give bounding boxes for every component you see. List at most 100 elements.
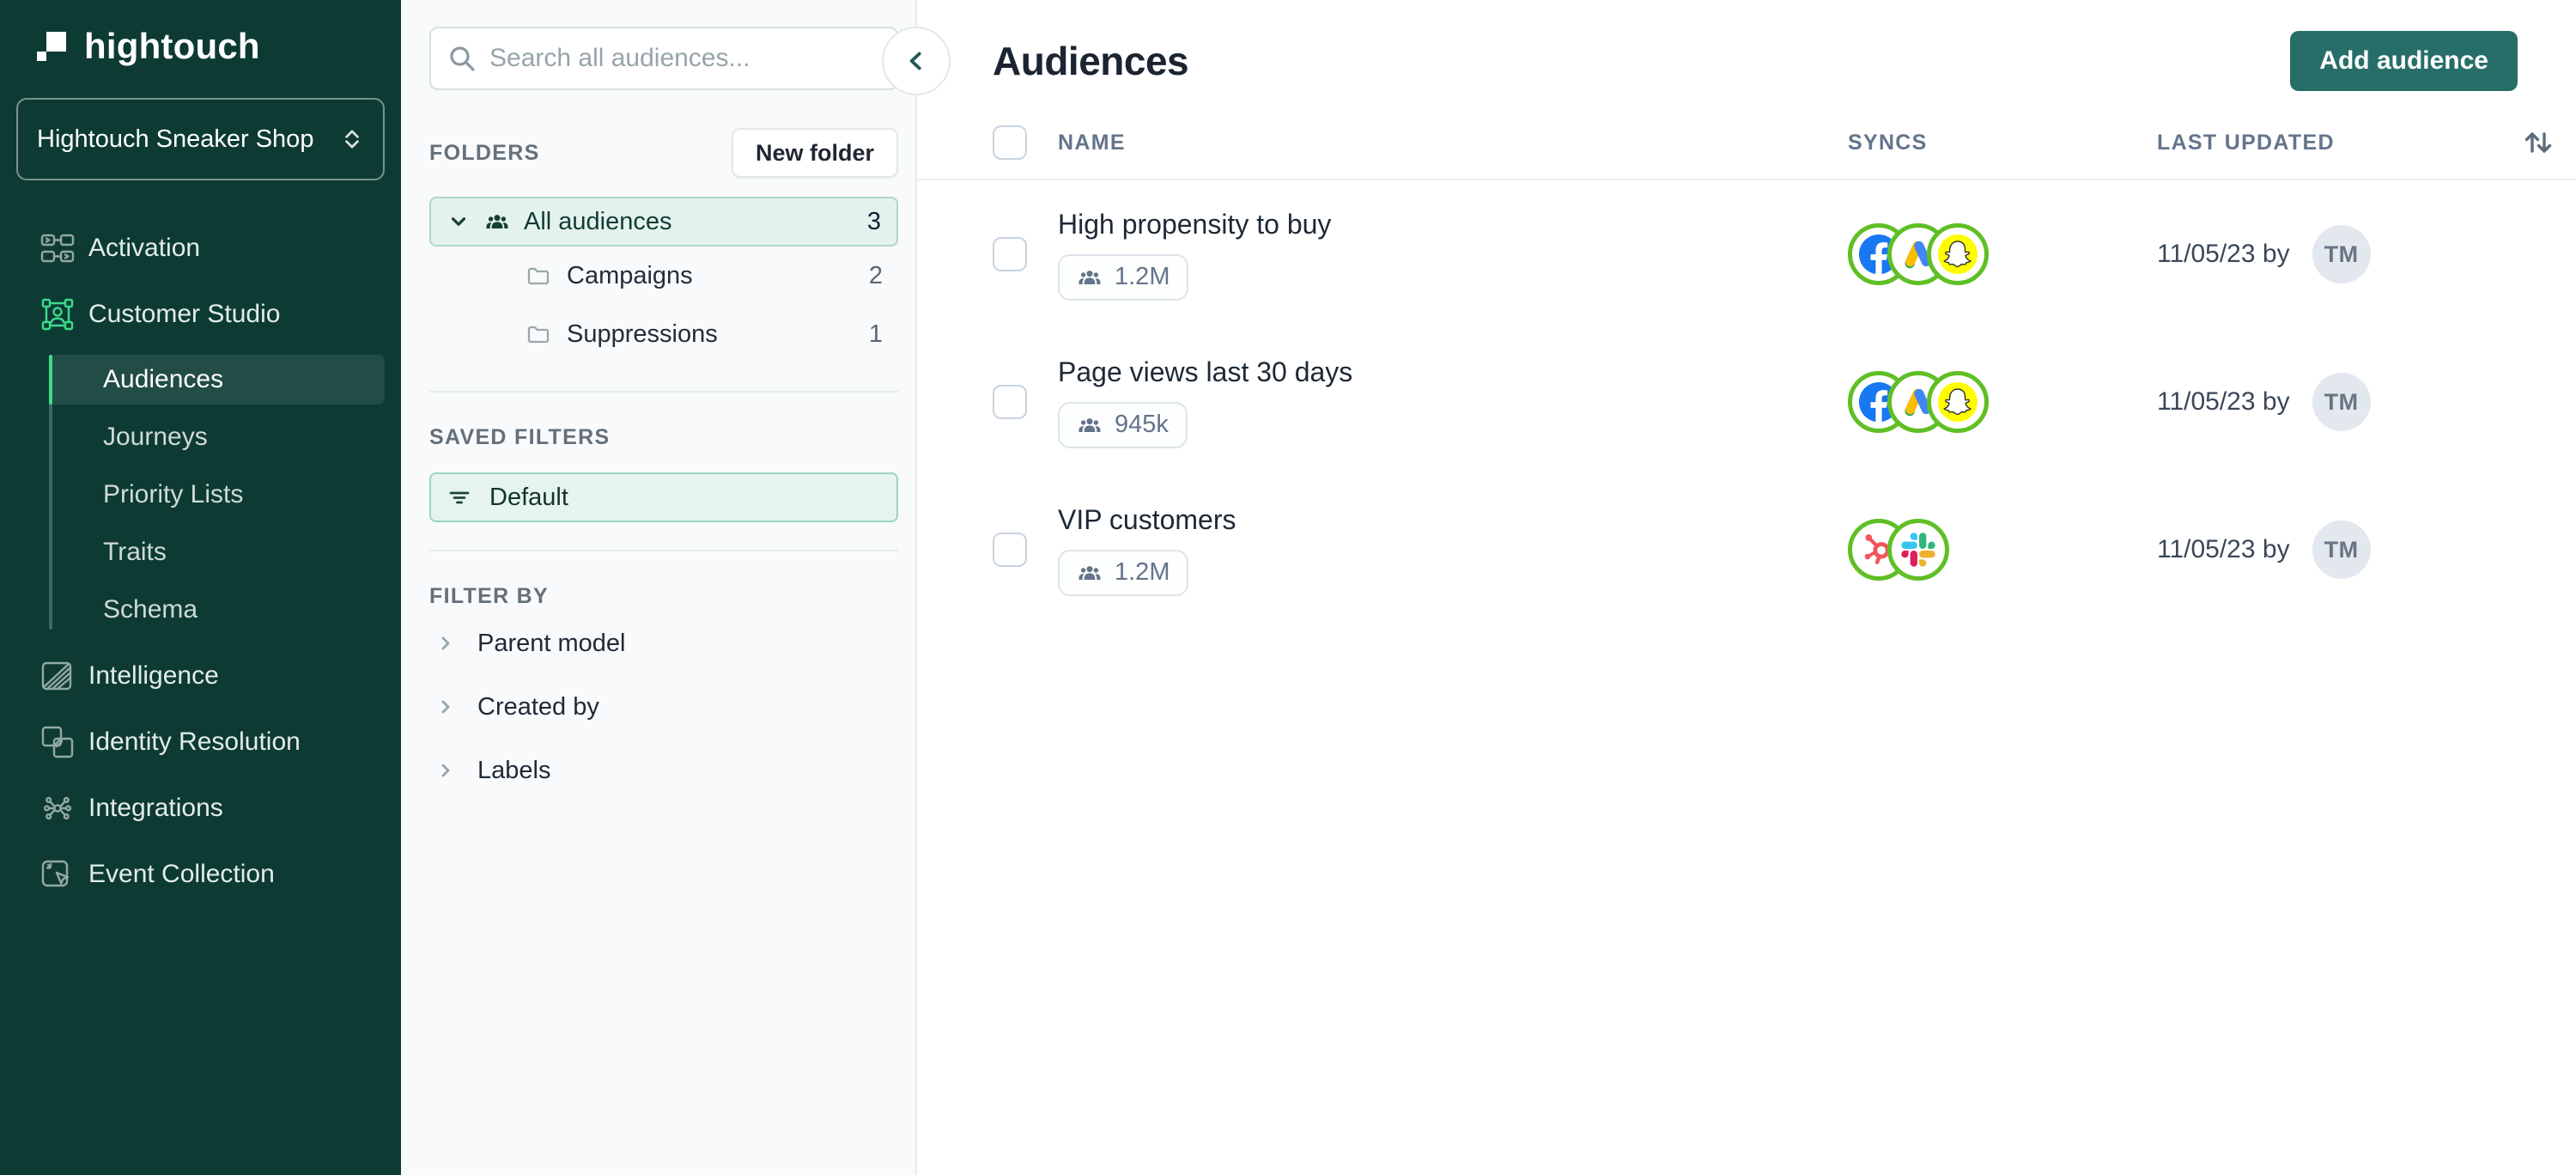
intelligence-icon — [41, 661, 72, 690]
saved-filters-label: SAVED FILTERS — [429, 425, 611, 449]
new-folder-button[interactable]: New folder — [731, 128, 898, 178]
avatar[interactable]: TM — [2312, 225, 2371, 283]
search-input[interactable] — [429, 27, 898, 90]
sidebar-item-traits[interactable]: Traits — [49, 527, 385, 577]
customer-studio-subnav: Audiences Journeys Priority Lists Traits… — [49, 355, 385, 635]
filter-group-label: Labels — [477, 756, 551, 784]
audience-name: VIP customers — [1058, 503, 1236, 535]
sidebar-item-label: Integrations — [88, 793, 223, 822]
folder-name: Suppressions — [567, 320, 718, 348]
slack-sync-icon[interactable] — [1887, 519, 1949, 581]
hightouch-app: hightouch Hightouch Sneaker Shop Activat… — [0, 0, 2576, 1175]
sort-icon — [2524, 132, 2552, 153]
sidebar-item-integrations[interactable]: Integrations — [0, 775, 401, 841]
folder-icon — [527, 267, 550, 285]
folders-header: FOLDERS New folder — [429, 128, 898, 178]
sidebar: hightouch Hightouch Sneaker Shop Activat… — [0, 0, 401, 1175]
divider — [429, 550, 898, 551]
folder-all-audiences[interactable]: All audiences 3 — [429, 197, 898, 247]
last-updated-cell: 11/05/23 by TM — [2157, 225, 2518, 283]
column-header-name: NAME — [1058, 130, 1126, 155]
sidebar-item-label: Activation — [88, 233, 201, 262]
folder-icon — [527, 326, 550, 344]
workspace-name: Hightouch Sneaker Shop — [37, 125, 314, 153]
saved-filter-name: Default — [489, 483, 568, 511]
folders-label: FOLDERS — [429, 140, 540, 165]
add-audience-button[interactable]: Add audience — [2290, 31, 2518, 91]
folder-name: Campaigns — [567, 261, 693, 289]
people-icon — [1078, 270, 1101, 284]
sidebar-item-label: Schema — [103, 595, 198, 624]
activation-icon — [40, 234, 75, 262]
avatar[interactable]: TM — [2312, 373, 2371, 431]
folder-campaigns[interactable]: Campaigns 2 — [429, 247, 898, 305]
saved-filter-default[interactable]: Default — [429, 472, 898, 522]
folder-suppressions[interactable]: Suppressions 1 — [429, 305, 898, 363]
hightouch-logo-icon — [37, 32, 66, 61]
row-checkbox[interactable] — [993, 237, 1027, 271]
sidebar-item-customer-studio[interactable]: Customer Studio — [0, 281, 401, 347]
snapchat-sync-icon[interactable] — [1927, 223, 1989, 285]
sidebar-item-label: Customer Studio — [88, 299, 281, 328]
folder-count: 2 — [868, 261, 883, 289]
chevron-updown-icon — [345, 130, 359, 149]
audience-size-badge: 1.2M — [1058, 549, 1189, 596]
sidebar-item-event-collection[interactable]: Event Collection — [0, 841, 401, 907]
row-checkbox[interactable] — [993, 385, 1027, 419]
collapse-panel-button[interactable] — [882, 27, 951, 95]
select-all-checkbox[interactable] — [993, 125, 1027, 160]
audience-size-badge: 945k — [1058, 401, 1188, 448]
page-title: Audiences — [993, 39, 1189, 83]
audience-size-badge: 1.2M — [1058, 253, 1189, 301]
audience-name-cell: High propensity to buy 1.2M — [1058, 209, 1848, 301]
sidebar-item-activation[interactable]: Activation — [0, 215, 401, 281]
sidebar-item-label: Priority Lists — [103, 480, 244, 508]
sidebar-item-schema[interactable]: Schema — [49, 585, 385, 635]
table-row[interactable]: Page views last 30 days 945k 11/05/23 by… — [917, 328, 2576, 476]
snapchat-sync-icon[interactable] — [1927, 371, 1989, 433]
sidebar-item-journeys[interactable]: Journeys — [49, 412, 385, 462]
filter-group-label: Created by — [477, 692, 599, 721]
sort-button[interactable] — [2518, 125, 2555, 160]
filter-group-created-by[interactable]: Created by — [429, 678, 898, 736]
customer-studio-icon — [41, 298, 74, 330]
table-row[interactable]: VIP customers 1.2M 11/05/23 by TM — [917, 476, 2576, 624]
snapchat-logo — [1938, 382, 1978, 422]
audience-size: 1.2M — [1115, 558, 1170, 586]
divider — [429, 391, 898, 393]
table-row[interactable]: High propensity to buy 1.2M 11/05/23 by … — [917, 180, 2576, 328]
filter-lines-icon — [449, 491, 470, 504]
row-checkbox[interactable] — [993, 533, 1027, 567]
sidebar-item-audiences[interactable]: Audiences — [49, 355, 385, 405]
sidebar-item-priority-lists[interactable]: Priority Lists — [49, 470, 385, 520]
column-header-syncs: SYNCS — [1848, 130, 1928, 155]
audience-folders-panel: FOLDERS New folder All audiences 3 Campa… — [401, 0, 951, 1175]
chevron-left-icon — [909, 52, 921, 70]
chevron-right-icon — [441, 764, 450, 777]
sidebar-item-intelligence[interactable]: Intelligence — [0, 642, 401, 709]
audience-name-cell: Page views last 30 days 945k — [1058, 356, 1848, 448]
logo: hightouch — [33, 26, 401, 67]
audience-size: 1.2M — [1115, 263, 1170, 290]
sync-stack — [1848, 519, 2157, 581]
sidebar-item-identity-resolution[interactable]: Identity Resolution — [0, 709, 401, 775]
audience-size: 945k — [1115, 411, 1169, 438]
folder-name: All audiences — [524, 207, 672, 235]
last-updated-cell: 11/05/23 by TM — [2157, 521, 2518, 579]
people-icon — [1078, 565, 1101, 580]
audience-name: High propensity to buy — [1058, 208, 1332, 240]
search-field-wrap — [429, 27, 898, 90]
workspace-selector[interactable]: Hightouch Sneaker Shop — [16, 98, 385, 180]
snapchat-logo — [1938, 234, 1978, 274]
page-header: Audiences Add audience — [917, 0, 2576, 91]
filter-group-labels[interactable]: Labels — [429, 741, 898, 800]
filter-group-parent-model[interactable]: Parent model — [429, 614, 898, 673]
avatar[interactable]: TM — [2312, 521, 2371, 579]
people-icon — [1078, 417, 1101, 432]
chevron-right-icon — [441, 700, 450, 714]
chevron-right-icon — [441, 636, 450, 650]
sidebar-nav: Activation Customer Studio Audiences Jou… — [0, 215, 401, 907]
audience-name: Page views last 30 days — [1058, 356, 1353, 387]
sidebar-item-label: Journeys — [103, 423, 208, 451]
last-updated-text: 11/05/23 by — [2157, 387, 2290, 416]
